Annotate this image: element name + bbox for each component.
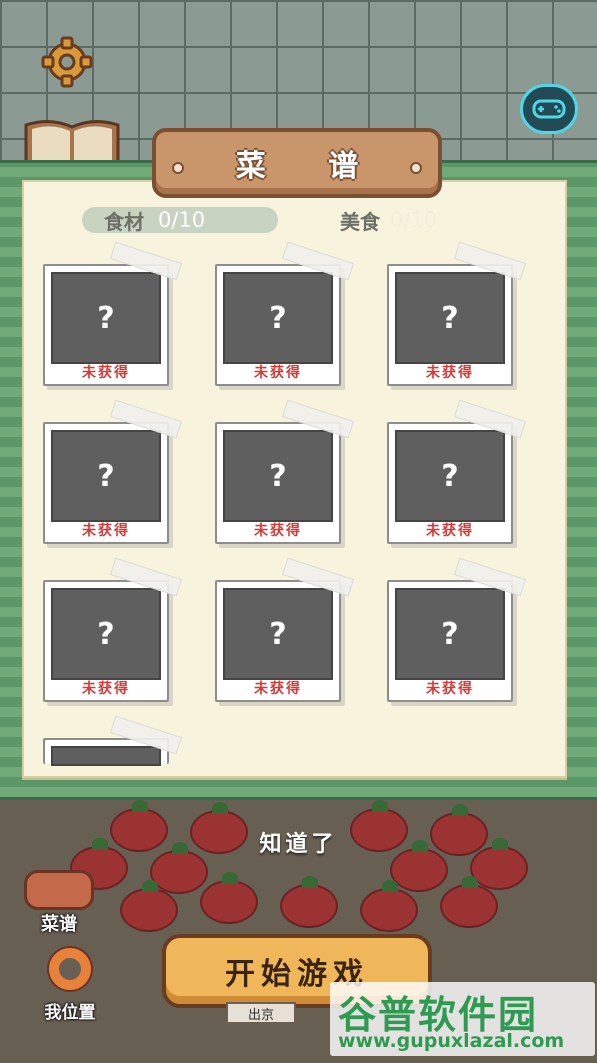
location-button-label: 我位置 — [44, 1003, 96, 1023]
ingredients-label: 食材 — [104, 209, 144, 234]
recipe-card[interactable]: ? 未获得 — [387, 399, 527, 544]
recipe-card[interactable]: ? 未获得 — [387, 241, 527, 386]
sign-label: 出京 — [226, 1002, 296, 1024]
ingredients-counter: 食材 0/10 — [82, 207, 278, 234]
card-status: 未获得 — [254, 523, 302, 539]
recipe-card[interactable]: ? 未获得 — [215, 399, 355, 544]
card-photo: ? — [223, 272, 333, 364]
food-icon — [24, 870, 94, 910]
dishes-counter: 美食 0/10 — [340, 207, 438, 234]
question-mark: ? — [269, 616, 287, 652]
card-photo: ? — [395, 272, 505, 364]
recipe-button[interactable]: 菜谱 — [18, 870, 100, 936]
gamepad-button[interactable] — [520, 84, 578, 134]
settings-button[interactable] — [38, 36, 96, 88]
recipe-card[interactable]: ? 未获得 — [215, 557, 355, 702]
card-status: 未获得 — [426, 523, 474, 539]
title-plank: 菜 谱 — [152, 128, 442, 198]
dishes-label: 美食 — [340, 209, 380, 234]
dishes-value: 0/10 — [390, 208, 438, 232]
recipe-card[interactable]: ? 未获得 — [43, 399, 183, 544]
recipe-card-partial[interactable] — [43, 715, 183, 766]
donut-icon — [49, 948, 91, 990]
card-status: 未获得 — [82, 681, 130, 697]
card-photo: ? — [223, 588, 333, 680]
card-photo: ? — [395, 588, 505, 680]
question-mark: ? — [97, 300, 115, 336]
question-mark: ? — [441, 616, 459, 652]
recipe-card[interactable]: ? 未获得 — [43, 241, 183, 386]
card-photo — [51, 746, 161, 766]
card-photo: ? — [223, 430, 333, 522]
question-mark: ? — [97, 458, 115, 494]
recipe-card[interactable]: ? 未获得 — [215, 241, 355, 386]
question-mark: ? — [97, 616, 115, 652]
card-photo: ? — [51, 430, 161, 522]
gear-icon — [41, 36, 93, 88]
location-button[interactable]: 我位置 — [30, 948, 110, 1023]
question-mark: ? — [269, 300, 287, 336]
card-photo: ? — [51, 272, 161, 364]
card-status: 未获得 — [82, 523, 130, 539]
question-mark: ? — [269, 458, 287, 494]
card-status: 未获得 — [426, 365, 474, 381]
card-status: 未获得 — [426, 681, 474, 697]
dismiss-hint[interactable]: 知道了 — [0, 826, 597, 858]
card-status: 未获得 — [254, 681, 302, 697]
ingredients-value: 0/10 — [158, 208, 206, 232]
gamepad-icon — [532, 99, 566, 119]
watermark: 谷普软件园 www.gupuxlazal.com — [330, 982, 595, 1056]
recipe-card[interactable]: ? 未获得 — [387, 557, 527, 702]
recipe-card[interactable]: ? 未获得 — [43, 557, 183, 702]
card-photo: ? — [395, 430, 505, 522]
question-mark: ? — [441, 300, 459, 336]
card-status: 未获得 — [82, 365, 130, 381]
watermark-url: www.gupuxlazal.com — [338, 1030, 565, 1052]
nail-icon — [172, 162, 184, 174]
card-status: 未获得 — [254, 365, 302, 381]
nail-icon — [410, 162, 422, 174]
page-title: 菜 谱 — [235, 149, 385, 184]
recipe-button-label: 菜谱 — [41, 914, 77, 935]
question-mark: ? — [441, 458, 459, 494]
card-photo: ? — [51, 588, 161, 680]
